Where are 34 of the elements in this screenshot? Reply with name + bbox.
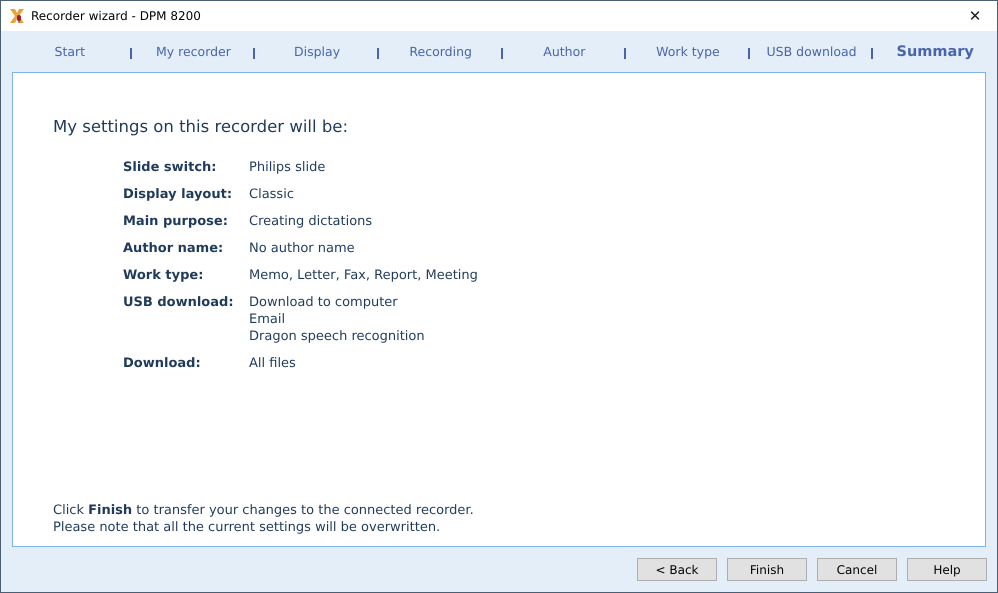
wizard-step[interactable]: Summary <box>896 44 974 60</box>
setting-label: Main purpose: <box>123 213 229 230</box>
setting-value: Philips slide <box>249 159 326 176</box>
setting-value: Dragon speech recognition <box>249 328 425 345</box>
wizard-button[interactable]: < Back <box>637 558 717 581</box>
setting-value: All files <box>249 355 296 372</box>
setting-value: Download to computer <box>249 294 399 311</box>
app-logo-icon <box>9 8 25 24</box>
wizard-button[interactable]: Cancel <box>817 558 897 581</box>
wizard-step[interactable]: Display <box>294 44 340 59</box>
setting-value: Memo, Letter, Fax, Report, Meeting <box>249 267 478 284</box>
setting-label: Display layout: <box>123 186 234 203</box>
wizard-step[interactable]: Recording <box>409 44 472 59</box>
wizard-step[interactable]: USB download <box>766 44 857 59</box>
setting-value: No author name <box>249 240 355 257</box>
setting-label: Download: <box>123 355 202 372</box>
wizard-button[interactable]: Finish <box>727 558 807 581</box>
setting-label: Author name: <box>123 240 224 257</box>
wizard-button[interactable]: Help <box>907 558 987 581</box>
wizard-step[interactable]: Start <box>54 44 86 59</box>
close-button[interactable]: ✕ <box>953 1 997 31</box>
setting-label: USB download: <box>123 294 235 312</box>
wizard-step[interactable]: Author <box>543 44 586 59</box>
note-text: Click Finish to transfer your changes to the connected recorder. <box>53 502 475 519</box>
summary-heading: My settings on this recorder will be: <box>53 117 350 136</box>
setting-label: Work type: <box>123 267 204 284</box>
window-title: Recorder wizard - DPM 8200 <box>31 9 201 23</box>
wizard-step[interactable]: My recorder <box>156 44 231 59</box>
setting-value: Classic <box>249 186 294 203</box>
setting-label: Slide switch: <box>123 159 218 176</box>
wizard-step[interactable]: Work type <box>656 44 720 59</box>
setting-value: Creating dictations <box>249 213 372 230</box>
setting-value: Email <box>249 311 286 328</box>
note-text: Please note that all the current settings will be overwritten. <box>53 519 442 536</box>
